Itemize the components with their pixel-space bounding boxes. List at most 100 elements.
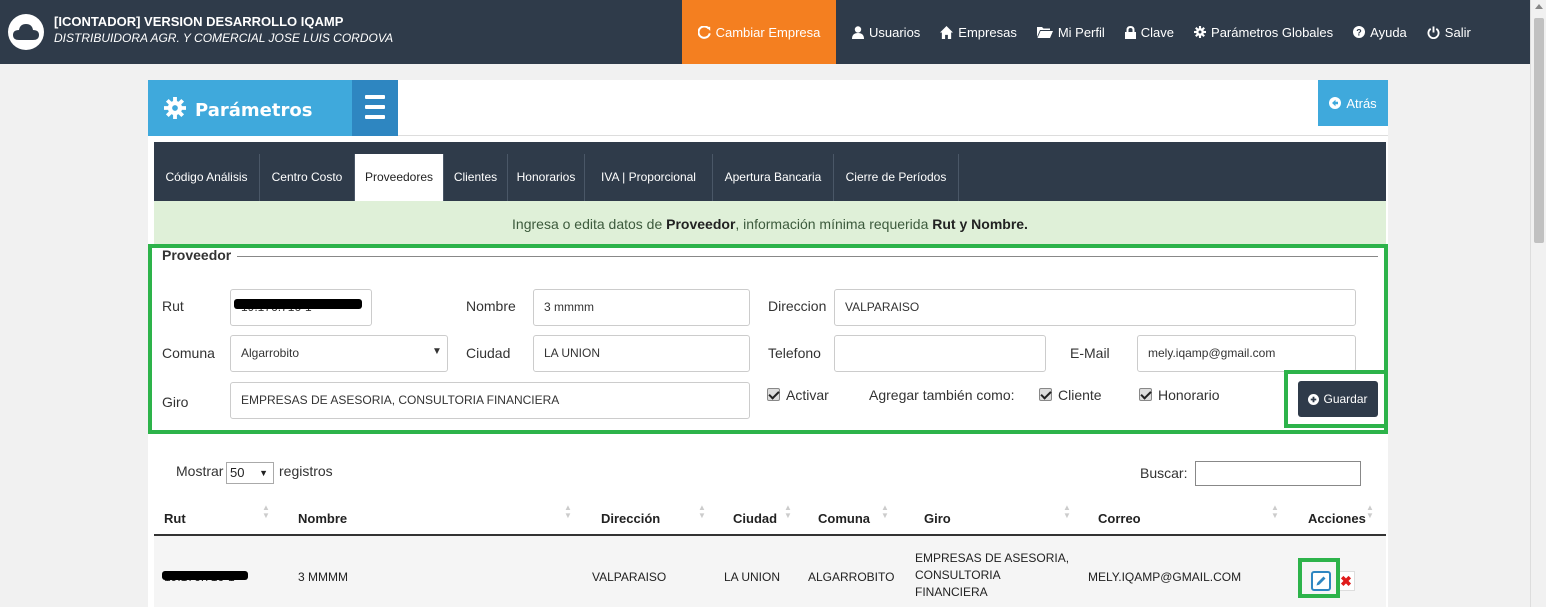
menu-toggle-button[interactable] bbox=[352, 80, 398, 136]
giro-input[interactable]: EMPRESAS DE ASESORIA, CONSULTORIA FINANC… bbox=[230, 382, 750, 419]
col-header-giro[interactable]: Giro bbox=[924, 511, 951, 526]
info-alert: Ingresa o edita datos de Proveedor, info… bbox=[154, 201, 1386, 244]
tabs-bar: Código Análisis Centro Costo Proveedores… bbox=[154, 142, 1386, 201]
sort-icon: ▲ ▼ bbox=[564, 503, 572, 520]
cell-direccion: VALPARAISO bbox=[592, 570, 667, 584]
table-search-input[interactable] bbox=[1195, 461, 1361, 486]
folder-open-icon bbox=[1036, 27, 1053, 38]
registros-label: registros bbox=[279, 463, 333, 479]
cloud-logo-icon bbox=[8, 14, 44, 50]
nav-mi-perfil[interactable]: Mi Perfil bbox=[1027, 0, 1115, 64]
nombre-value: 3 mmmm bbox=[544, 300, 594, 314]
sort-icon: ▲ ▼ bbox=[698, 503, 706, 520]
nav-label: Salir bbox=[1444, 24, 1471, 40]
panel-title-box: Parámetros bbox=[148, 80, 352, 136]
nav-empresas[interactable]: Empresas bbox=[930, 0, 1027, 64]
col-header-acciones[interactable]: Acciones bbox=[1308, 511, 1366, 526]
panel-title: Parámetros bbox=[195, 100, 313, 121]
cell-ciudad: LA UNION bbox=[724, 570, 781, 584]
email-value: mely.iqamp@gmail.com bbox=[1148, 346, 1276, 360]
nav-label: Cambiar Empresa bbox=[715, 24, 821, 40]
buscar-label: Buscar: bbox=[1140, 465, 1188, 481]
page-length-value: 50 bbox=[230, 465, 245, 480]
sort-icon: ▲ ▼ bbox=[1366, 503, 1374, 520]
sort-icon: ▲ ▼ bbox=[262, 503, 270, 520]
nav-salir[interactable]: Salir bbox=[1417, 0, 1481, 64]
direccion-label: Direccion bbox=[768, 298, 827, 314]
cliente-checkbox[interactable] bbox=[1039, 388, 1052, 401]
lock-icon bbox=[1124, 25, 1136, 39]
fieldset-legend: Proveedor bbox=[158, 247, 238, 263]
sort-icon: ▲ ▼ bbox=[881, 503, 889, 520]
direccion-input[interactable]: VALPARAISO bbox=[834, 289, 1356, 326]
nav-ayuda[interactable]: ? Ayuda bbox=[1343, 0, 1417, 64]
home-icon bbox=[940, 25, 954, 39]
tab-apertura-bancaria[interactable]: Apertura Bancaria bbox=[713, 154, 834, 201]
col-header-correo[interactable]: Correo bbox=[1098, 511, 1141, 526]
telefono-label: Telefono bbox=[768, 345, 821, 361]
gear-icon bbox=[164, 97, 186, 119]
col-header-direccion[interactable]: Dirección bbox=[601, 511, 660, 526]
tab-centro-costo[interactable]: Centro Costo bbox=[260, 154, 355, 201]
nav-clave[interactable]: Clave bbox=[1115, 0, 1184, 64]
tab-proveedores[interactable]: Proveedores bbox=[355, 154, 444, 201]
scroll-up-arrow-icon[interactable] bbox=[1535, 4, 1543, 9]
col-header-comuna[interactable]: Comuna bbox=[818, 511, 870, 526]
direccion-value: VALPARAISO bbox=[845, 300, 920, 314]
edit-button[interactable] bbox=[1311, 571, 1331, 591]
nav-usuarios[interactable]: Usuarios bbox=[836, 0, 930, 64]
alert-text: , información mínima requerida bbox=[735, 216, 933, 232]
caret-down-icon: ▼ bbox=[259, 468, 268, 478]
company-name: DISTRIBUIDORA AGR. Y COMERCIAL JOSE LUIS… bbox=[54, 31, 394, 45]
guardar-button[interactable]: Guardar bbox=[1298, 381, 1378, 417]
tab-cierre-periodos[interactable]: Cierre de Períodos bbox=[834, 154, 959, 201]
tab-honorarios[interactable]: Honorarios bbox=[508, 154, 585, 201]
guardar-label: Guardar bbox=[1323, 392, 1368, 406]
refresh-icon bbox=[697, 25, 711, 39]
page-length-select[interactable]: 50 ▼ bbox=[226, 462, 274, 484]
giro-label: Giro bbox=[162, 394, 189, 410]
nav-label: Ayuda bbox=[1370, 24, 1407, 40]
comuna-select[interactable]: Algarrobito bbox=[230, 335, 448, 372]
col-header-rut[interactable]: Rut bbox=[164, 511, 186, 526]
comuna-label: Comuna bbox=[162, 345, 215, 361]
ciudad-input[interactable]: LA UNION bbox=[533, 335, 750, 372]
delete-button[interactable]: ✖ bbox=[1337, 571, 1355, 591]
ciudad-value: LA UNION bbox=[544, 346, 601, 360]
nav-label: Parámetros Globales bbox=[1211, 24, 1334, 40]
nav-parametros-globales[interactable]: Parámetros Globales bbox=[1184, 0, 1343, 64]
email-input[interactable]: mely.iqamp@gmail.com bbox=[1137, 335, 1356, 372]
nav-label: Clave bbox=[1140, 24, 1175, 40]
page-scrollbar[interactable] bbox=[1530, 0, 1546, 607]
caret-down-icon: ▼ bbox=[432, 346, 442, 357]
activar-checkbox[interactable] bbox=[767, 388, 780, 401]
cell-nombre: 3 MMMM bbox=[298, 570, 348, 584]
cell-correo: MELY.IQAMP@GMAIL.COM bbox=[1088, 570, 1242, 584]
sort-icon: ▲ ▼ bbox=[784, 503, 792, 520]
col-header-ciudad[interactable]: Ciudad bbox=[733, 511, 777, 526]
back-label: Atrás bbox=[1346, 95, 1377, 111]
col-header-nombre[interactable]: Nombre bbox=[298, 511, 347, 526]
pencil-icon bbox=[1316, 576, 1326, 586]
arrow-circle-left-icon bbox=[1329, 97, 1342, 109]
question-circle-icon: ? bbox=[1353, 26, 1366, 38]
back-button[interactable]: Atrás bbox=[1318, 80, 1388, 126]
user-icon bbox=[852, 25, 864, 39]
ciudad-label: Ciudad bbox=[466, 345, 511, 361]
activar-label: Activar bbox=[786, 387, 829, 403]
tab-clientes[interactable]: Clientes bbox=[444, 154, 508, 201]
scrollbar-thumb[interactable] bbox=[1534, 18, 1544, 243]
tab-codigo-analisis[interactable]: Código Análisis bbox=[154, 154, 260, 201]
top-nav-menu: Cambiar Empresa Usuarios Empresas Mi Per… bbox=[682, 0, 1481, 64]
nav-cambiar-empresa[interactable]: Cambiar Empresa bbox=[682, 0, 836, 64]
rut-label: Rut bbox=[162, 298, 184, 314]
honorario-checkbox[interactable] bbox=[1139, 388, 1152, 401]
nombre-input[interactable]: 3 mmmm bbox=[533, 289, 750, 326]
tab-iva-proporcional[interactable]: IVA | Proporcional bbox=[585, 154, 713, 201]
telefono-input[interactable] bbox=[834, 335, 1046, 372]
parametros-panel: Parámetros Atrás Código Análisis Centro … bbox=[148, 80, 1388, 607]
cliente-label: Cliente bbox=[1058, 387, 1102, 403]
giro-value: EMPRESAS DE ASESORIA, CONSULTORIA FINANC… bbox=[241, 393, 560, 407]
honorario-label: Honorario bbox=[1158, 387, 1220, 403]
mostrar-label: Mostrar bbox=[176, 463, 224, 479]
